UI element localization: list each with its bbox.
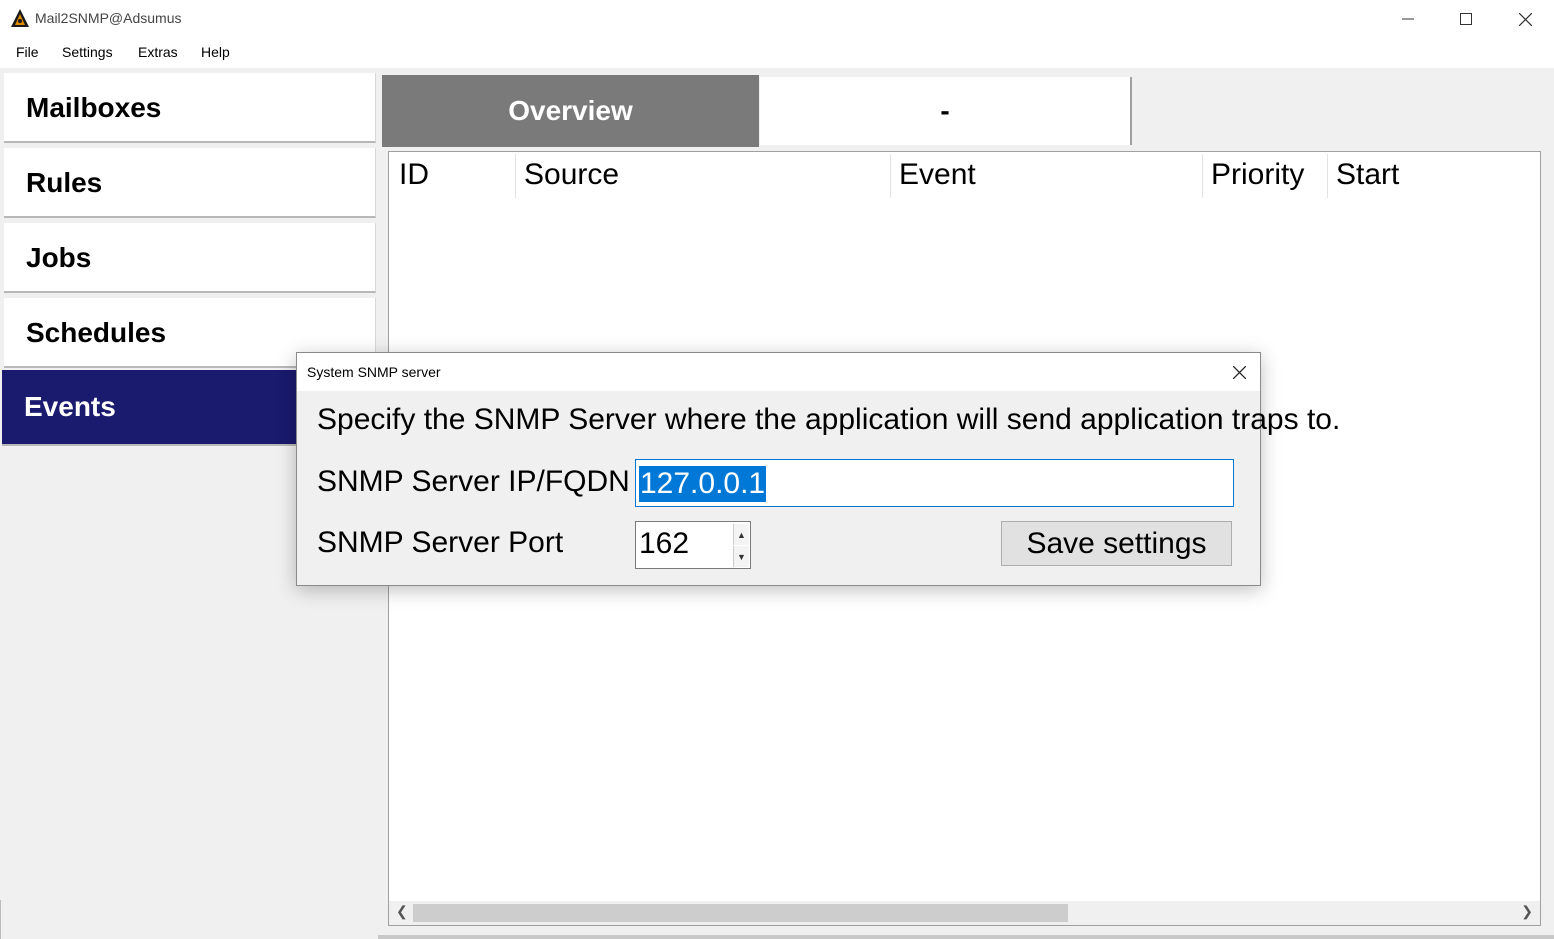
close-icon <box>1518 12 1532 26</box>
spin-up-button[interactable]: ▲ <box>733 524 749 545</box>
scrollbar-thumb[interactable] <box>413 904 1068 922</box>
ip-label: SNMP Server IP/FQDN <box>317 465 630 498</box>
snmp-port-stepper[interactable]: 162 ▲ ▼ <box>635 521 751 569</box>
sidebar-item-mailboxes[interactable]: Mailboxes <box>4 73 376 143</box>
column-header-source[interactable]: Source <box>524 158 619 192</box>
menu-settings[interactable]: Settings <box>62 44 113 60</box>
menu-extras[interactable]: Extras <box>138 44 178 60</box>
caret-down-icon: ▼ <box>737 551 746 562</box>
dialog-close-button[interactable] <box>1228 361 1250 383</box>
sidebar-item-rules[interactable]: Rules <box>4 148 376 218</box>
title-bar: Mail2SNMP@Adsumus <box>0 0 1554 38</box>
minimize-button[interactable] <box>1379 0 1437 38</box>
scroll-right-icon[interactable]: ❯ <box>1521 903 1533 920</box>
column-header-priority[interactable]: Priority <box>1211 158 1304 192</box>
sidebar-item-label: Events <box>24 391 116 422</box>
menu-bar: File Settings Extras Help <box>0 38 1554 68</box>
sidebar-item-label: Schedules <box>26 317 167 348</box>
tab-label: Overview <box>508 95 633 126</box>
menu-help[interactable]: Help <box>201 44 230 60</box>
horizontal-scrollbar[interactable]: ❮ ❯ <box>389 901 1540 925</box>
close-icon <box>1232 365 1246 379</box>
sidebar-item-label: Rules <box>26 167 103 198</box>
column-header-id[interactable]: ID <box>399 158 429 192</box>
snmp-ip-input[interactable]: 127.0.0.1 <box>635 459 1234 507</box>
column-divider[interactable] <box>515 154 516 198</box>
sidebar-item-label: Jobs <box>26 242 92 273</box>
tab-secondary[interactable]: - <box>760 77 1132 145</box>
ip-input-value: 127.0.0.1 <box>639 466 767 502</box>
maximize-icon <box>1460 13 1472 25</box>
snmp-server-dialog: System SNMP server Specify the SNMP Serv… <box>296 352 1340 586</box>
column-divider[interactable] <box>890 154 891 198</box>
scroll-left-icon[interactable]: ❮ <box>396 903 408 920</box>
tab-overview[interactable]: Overview <box>382 75 759 147</box>
save-settings-button[interactable]: Save settings <box>1001 521 1232 566</box>
dialog-description: Specify the SNMP Server where the applic… <box>317 403 1341 436</box>
window-title: Mail2SNMP@Adsumus <box>35 10 182 26</box>
app-logo-icon <box>11 9 29 27</box>
column-header-event[interactable]: Event <box>899 158 976 192</box>
menu-file[interactable]: File <box>16 44 39 60</box>
minimize-icon <box>1402 18 1414 20</box>
sidebar-item-jobs[interactable]: Jobs <box>4 223 376 293</box>
dialog-title-bar: System SNMP server <box>297 353 1260 391</box>
save-button-label: Save settings <box>1026 526 1207 560</box>
panel-border <box>378 935 1554 939</box>
port-input-value: 162 <box>639 527 690 560</box>
column-divider[interactable] <box>1327 154 1328 198</box>
port-label: SNMP Server Port <box>317 526 564 559</box>
spin-down-button[interactable]: ▼ <box>733 546 749 567</box>
column-header-start[interactable]: Start <box>1336 158 1399 192</box>
panel-border <box>0 900 1 939</box>
close-window-button[interactable] <box>1496 0 1554 38</box>
sidebar-item-label: Mailboxes <box>26 92 162 123</box>
dialog-title: System SNMP server <box>307 364 441 380</box>
caret-up-icon: ▲ <box>737 529 746 540</box>
maximize-button[interactable] <box>1437 0 1495 38</box>
tab-label: - <box>940 95 950 126</box>
column-divider[interactable] <box>1202 154 1203 198</box>
